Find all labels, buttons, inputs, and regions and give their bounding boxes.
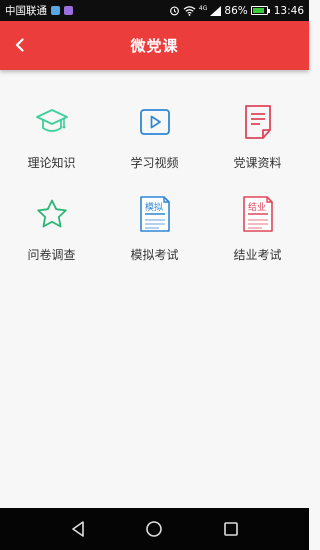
chevron-left-icon <box>15 38 24 52</box>
star-icon <box>32 194 72 234</box>
battery-icon <box>250 6 270 15</box>
wifi-icon <box>183 6 196 16</box>
menu-item-label: 学习视频 <box>130 156 179 170</box>
graduation-cap-icon <box>32 102 72 142</box>
page-title: 微党课 <box>130 37 179 55</box>
menu-item-label: 模拟考试 <box>130 248 179 262</box>
back-triangle-icon <box>72 521 84 537</box>
signal-icon <box>210 5 222 16</box>
menu-item-mock-exam[interactable]: 模拟 模拟考试 <box>103 192 206 268</box>
carrier-info: 中国联通 <box>5 3 73 18</box>
status-icons: 4G 86% 13:46 <box>169 5 304 17</box>
final-exam-icon: 结业 <box>238 194 278 234</box>
carrier-name: 中国联通 <box>5 5 47 17</box>
app-header: 微党课 <box>0 21 309 70</box>
menu-item-course-materials[interactable]: 党课资料 <box>206 100 309 176</box>
back-button[interactable] <box>8 33 32 57</box>
menu-item-questionnaire[interactable]: 问卷调查 <box>0 192 103 268</box>
sim-icon <box>51 6 60 15</box>
nav-home-button[interactable] <box>137 512 171 546</box>
clock: 13:46 <box>273 4 304 17</box>
nav-back-button[interactable] <box>61 512 95 546</box>
menu-item-theory-knowledge[interactable]: 理论知识 <box>0 100 103 176</box>
battery-percent: 86% <box>224 4 248 17</box>
home-circle-icon <box>146 521 163 537</box>
menu-item-label: 结业考试 <box>233 248 282 262</box>
menu-item-label: 党课资料 <box>233 156 282 170</box>
menu-grid: 理论知识 学习视频 党课资料 问卷调查 模拟 模拟考试 结业 结业考试 <box>0 100 309 268</box>
system-nav-bar <box>0 508 309 550</box>
video-play-icon <box>135 102 175 142</box>
recents-square-icon <box>224 522 238 536</box>
document-icon <box>238 102 278 142</box>
menu-item-final-exam[interactable]: 结业 结业考试 <box>206 192 309 268</box>
battery-level-fill <box>252 8 264 13</box>
menu-item-label: 理论知识 <box>27 156 76 170</box>
nav-recents-button[interactable] <box>214 512 248 546</box>
menu-item-label: 问卷调查 <box>27 248 76 262</box>
app-notification-icon <box>64 6 73 15</box>
status-bar: 中国联通 4G 86% 13:46 <box>0 0 309 21</box>
alarm-icon <box>170 6 179 16</box>
menu-item-study-video[interactable]: 学习视频 <box>103 100 206 176</box>
mock-exam-icon-text: 模拟 <box>144 201 162 213</box>
network-type: 4G <box>198 4 208 12</box>
final-exam-icon-text: 结业 <box>247 201 265 213</box>
mock-exam-icon: 模拟 <box>135 194 175 234</box>
